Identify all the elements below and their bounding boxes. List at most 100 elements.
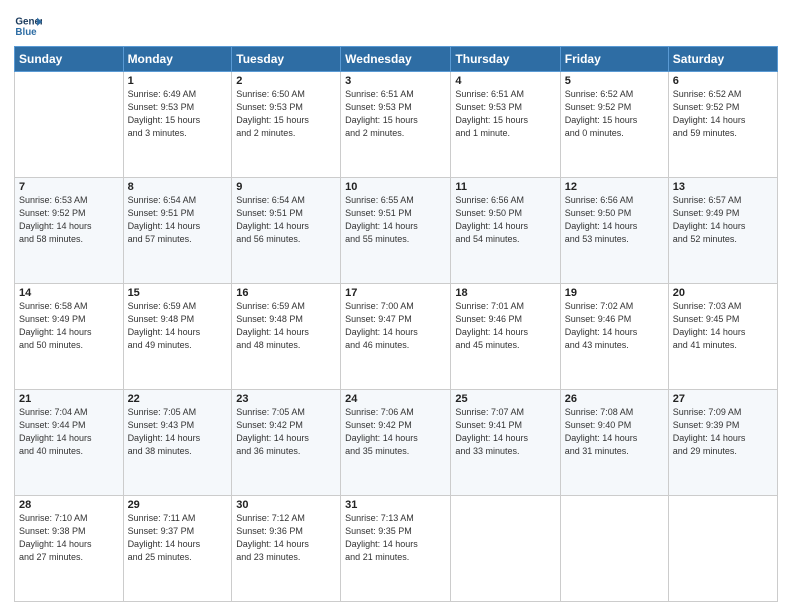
day-info: Sunrise: 7:05 AMSunset: 9:43 PMDaylight:… (128, 406, 228, 458)
calendar-cell: 16Sunrise: 6:59 AMSunset: 9:48 PMDayligh… (232, 284, 341, 390)
day-number: 22 (128, 393, 228, 405)
day-number: 3 (345, 75, 446, 87)
day-info: Sunrise: 7:09 AMSunset: 9:39 PMDaylight:… (673, 406, 773, 458)
calendar-week-3: 14Sunrise: 6:58 AMSunset: 9:49 PMDayligh… (15, 284, 778, 390)
day-info: Sunrise: 7:06 AMSunset: 9:42 PMDaylight:… (345, 406, 446, 458)
logo-icon: General Blue (14, 12, 42, 40)
day-info: Sunrise: 7:00 AMSunset: 9:47 PMDaylight:… (345, 300, 446, 352)
svg-text:Blue: Blue (15, 27, 37, 38)
day-info: Sunrise: 6:55 AMSunset: 9:51 PMDaylight:… (345, 194, 446, 246)
calendar-week-1: 1Sunrise: 6:49 AMSunset: 9:53 PMDaylight… (15, 72, 778, 178)
day-info: Sunrise: 6:58 AMSunset: 9:49 PMDaylight:… (19, 300, 119, 352)
day-number: 25 (455, 393, 555, 405)
calendar-cell: 4Sunrise: 6:51 AMSunset: 9:53 PMDaylight… (451, 72, 560, 178)
calendar-week-4: 21Sunrise: 7:04 AMSunset: 9:44 PMDayligh… (15, 390, 778, 496)
day-number: 12 (565, 181, 664, 193)
day-info: Sunrise: 7:12 AMSunset: 9:36 PMDaylight:… (236, 512, 336, 564)
header: General Blue (14, 12, 778, 40)
calendar-cell: 18Sunrise: 7:01 AMSunset: 9:46 PMDayligh… (451, 284, 560, 390)
day-info: Sunrise: 6:56 AMSunset: 9:50 PMDaylight:… (455, 194, 555, 246)
day-info: Sunrise: 6:52 AMSunset: 9:52 PMDaylight:… (565, 88, 664, 140)
day-info: Sunrise: 6:51 AMSunset: 9:53 PMDaylight:… (345, 88, 446, 140)
calendar-cell: 10Sunrise: 6:55 AMSunset: 9:51 PMDayligh… (341, 178, 451, 284)
day-info: Sunrise: 6:54 AMSunset: 9:51 PMDaylight:… (128, 194, 228, 246)
calendar-cell (15, 72, 124, 178)
day-number: 10 (345, 181, 446, 193)
day-number: 13 (673, 181, 773, 193)
day-number: 7 (19, 181, 119, 193)
calendar-cell: 11Sunrise: 6:56 AMSunset: 9:50 PMDayligh… (451, 178, 560, 284)
day-info: Sunrise: 6:52 AMSunset: 9:52 PMDaylight:… (673, 88, 773, 140)
calendar-cell: 23Sunrise: 7:05 AMSunset: 9:42 PMDayligh… (232, 390, 341, 496)
day-info: Sunrise: 7:10 AMSunset: 9:38 PMDaylight:… (19, 512, 119, 564)
calendar-cell: 26Sunrise: 7:08 AMSunset: 9:40 PMDayligh… (560, 390, 668, 496)
calendar-table: SundayMondayTuesdayWednesdayThursdayFrid… (14, 46, 778, 602)
day-number: 26 (565, 393, 664, 405)
calendar-cell: 30Sunrise: 7:12 AMSunset: 9:36 PMDayligh… (232, 496, 341, 602)
day-info: Sunrise: 6:59 AMSunset: 9:48 PMDaylight:… (128, 300, 228, 352)
day-number: 11 (455, 181, 555, 193)
day-info: Sunrise: 7:11 AMSunset: 9:37 PMDaylight:… (128, 512, 228, 564)
day-number: 23 (236, 393, 336, 405)
day-info: Sunrise: 7:03 AMSunset: 9:45 PMDaylight:… (673, 300, 773, 352)
day-number: 19 (565, 287, 664, 299)
day-number: 28 (19, 499, 119, 511)
calendar-cell: 2Sunrise: 6:50 AMSunset: 9:53 PMDaylight… (232, 72, 341, 178)
calendar-cell: 29Sunrise: 7:11 AMSunset: 9:37 PMDayligh… (123, 496, 232, 602)
day-number: 27 (673, 393, 773, 405)
day-number: 1 (128, 75, 228, 87)
column-header-friday: Friday (560, 47, 668, 72)
calendar-header-row: SundayMondayTuesdayWednesdayThursdayFrid… (15, 47, 778, 72)
calendar-cell: 14Sunrise: 6:58 AMSunset: 9:49 PMDayligh… (15, 284, 124, 390)
calendar-cell: 7Sunrise: 6:53 AMSunset: 9:52 PMDaylight… (15, 178, 124, 284)
day-number: 15 (128, 287, 228, 299)
day-number: 30 (236, 499, 336, 511)
calendar-week-2: 7Sunrise: 6:53 AMSunset: 9:52 PMDaylight… (15, 178, 778, 284)
calendar-cell (451, 496, 560, 602)
day-number: 17 (345, 287, 446, 299)
day-info: Sunrise: 6:56 AMSunset: 9:50 PMDaylight:… (565, 194, 664, 246)
calendar-cell: 21Sunrise: 7:04 AMSunset: 9:44 PMDayligh… (15, 390, 124, 496)
day-info: Sunrise: 7:05 AMSunset: 9:42 PMDaylight:… (236, 406, 336, 458)
day-info: Sunrise: 6:57 AMSunset: 9:49 PMDaylight:… (673, 194, 773, 246)
day-info: Sunrise: 6:54 AMSunset: 9:51 PMDaylight:… (236, 194, 336, 246)
calendar-cell: 9Sunrise: 6:54 AMSunset: 9:51 PMDaylight… (232, 178, 341, 284)
calendar-cell: 22Sunrise: 7:05 AMSunset: 9:43 PMDayligh… (123, 390, 232, 496)
calendar-week-5: 28Sunrise: 7:10 AMSunset: 9:38 PMDayligh… (15, 496, 778, 602)
day-info: Sunrise: 6:59 AMSunset: 9:48 PMDaylight:… (236, 300, 336, 352)
calendar-cell: 1Sunrise: 6:49 AMSunset: 9:53 PMDaylight… (123, 72, 232, 178)
day-number: 14 (19, 287, 119, 299)
day-number: 2 (236, 75, 336, 87)
day-info: Sunrise: 7:08 AMSunset: 9:40 PMDaylight:… (565, 406, 664, 458)
calendar-cell: 3Sunrise: 6:51 AMSunset: 9:53 PMDaylight… (341, 72, 451, 178)
day-info: Sunrise: 7:02 AMSunset: 9:46 PMDaylight:… (565, 300, 664, 352)
calendar-cell (668, 496, 777, 602)
logo: General Blue (14, 12, 42, 40)
calendar-cell: 24Sunrise: 7:06 AMSunset: 9:42 PMDayligh… (341, 390, 451, 496)
day-info: Sunrise: 7:01 AMSunset: 9:46 PMDaylight:… (455, 300, 555, 352)
column-header-tuesday: Tuesday (232, 47, 341, 72)
calendar-cell: 20Sunrise: 7:03 AMSunset: 9:45 PMDayligh… (668, 284, 777, 390)
day-info: Sunrise: 7:04 AMSunset: 9:44 PMDaylight:… (19, 406, 119, 458)
day-number: 29 (128, 499, 228, 511)
calendar-cell: 12Sunrise: 6:56 AMSunset: 9:50 PMDayligh… (560, 178, 668, 284)
day-info: Sunrise: 6:53 AMSunset: 9:52 PMDaylight:… (19, 194, 119, 246)
calendar-cell: 8Sunrise: 6:54 AMSunset: 9:51 PMDaylight… (123, 178, 232, 284)
day-number: 9 (236, 181, 336, 193)
calendar-cell: 13Sunrise: 6:57 AMSunset: 9:49 PMDayligh… (668, 178, 777, 284)
day-number: 18 (455, 287, 555, 299)
day-number: 16 (236, 287, 336, 299)
calendar-cell: 25Sunrise: 7:07 AMSunset: 9:41 PMDayligh… (451, 390, 560, 496)
calendar-cell: 6Sunrise: 6:52 AMSunset: 9:52 PMDaylight… (668, 72, 777, 178)
column-header-sunday: Sunday (15, 47, 124, 72)
day-info: Sunrise: 6:49 AMSunset: 9:53 PMDaylight:… (128, 88, 228, 140)
day-number: 20 (673, 287, 773, 299)
calendar-cell: 28Sunrise: 7:10 AMSunset: 9:38 PMDayligh… (15, 496, 124, 602)
day-number: 6 (673, 75, 773, 87)
calendar-cell: 31Sunrise: 7:13 AMSunset: 9:35 PMDayligh… (341, 496, 451, 602)
day-number: 24 (345, 393, 446, 405)
day-info: Sunrise: 7:07 AMSunset: 9:41 PMDaylight:… (455, 406, 555, 458)
day-number: 4 (455, 75, 555, 87)
calendar-cell: 5Sunrise: 6:52 AMSunset: 9:52 PMDaylight… (560, 72, 668, 178)
column-header-thursday: Thursday (451, 47, 560, 72)
